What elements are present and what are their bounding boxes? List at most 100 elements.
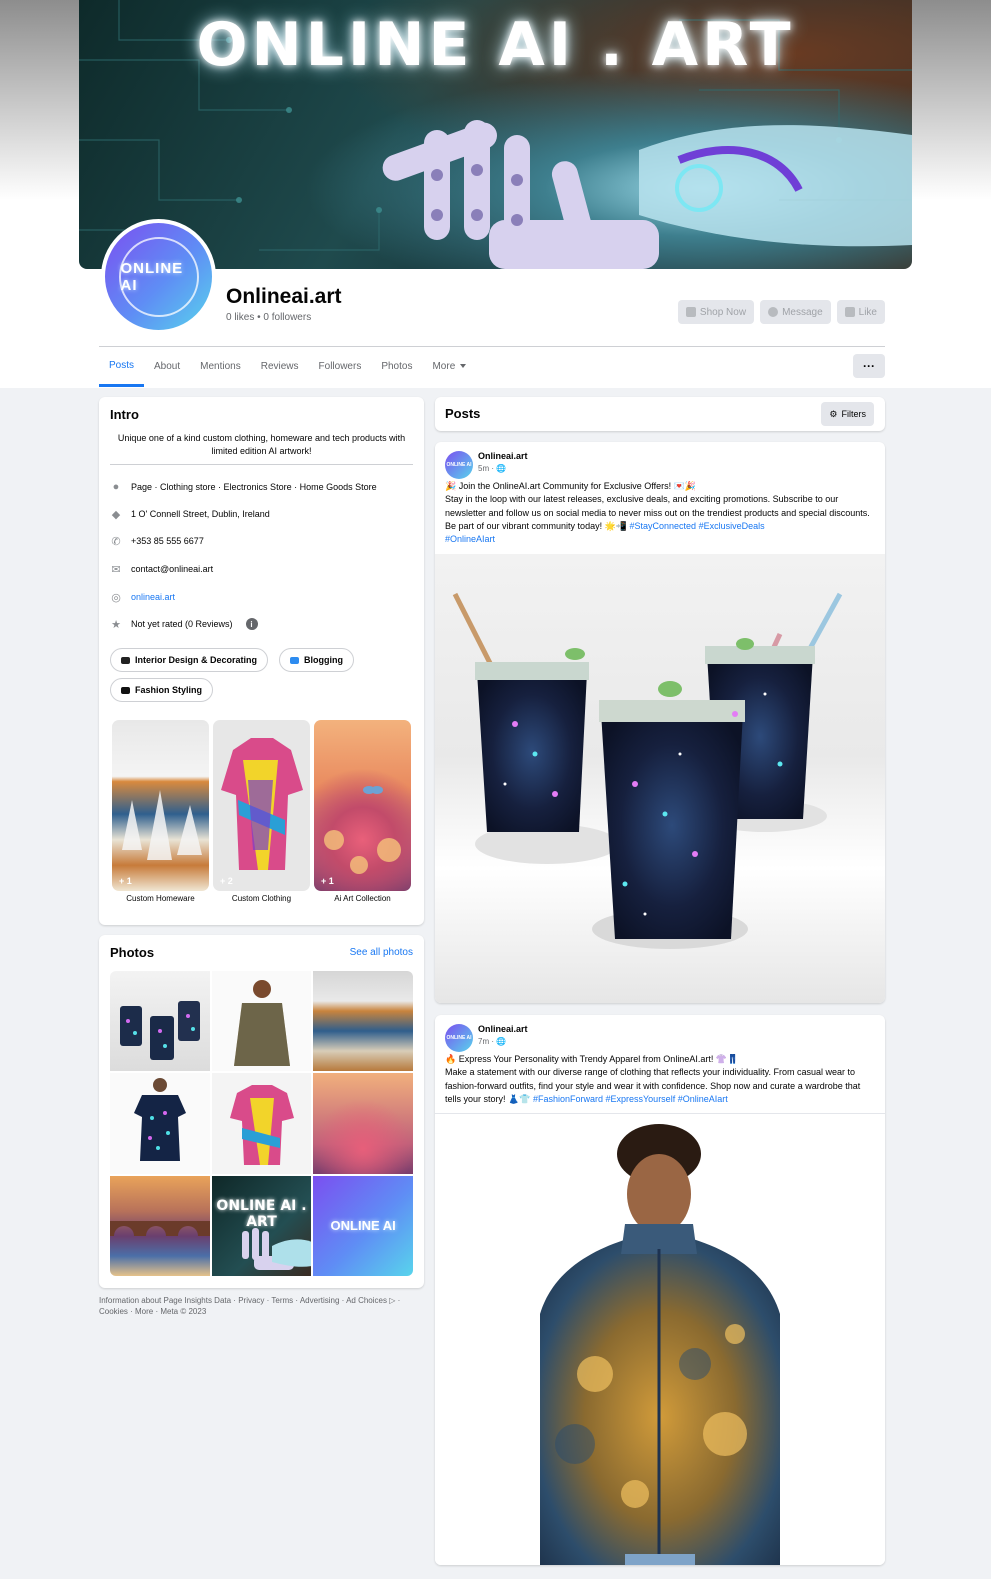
shop-icon xyxy=(685,307,696,317)
post-headline: 🎉 Join the OnlineAI.art Community for Ex… xyxy=(445,481,697,491)
email-text: contact@onlineai.art xyxy=(131,564,214,574)
bridge-thumb xyxy=(110,1220,210,1236)
address-text: 1 O' Connell Street, Dublin, Ireland xyxy=(131,509,270,519)
post-timestamp[interactable]: 5m · 🌐 xyxy=(478,464,506,473)
post-hashtags[interactable]: #FashionForward #ExpressYourself #Online… xyxy=(533,1094,728,1104)
photo-cover-art[interactable]: ONLINE AI . ART xyxy=(211,1175,312,1276)
post-2: ONLINE AI Onlineai.art 7m · 🌐 🔥 Express … xyxy=(435,1015,885,1565)
chip-label: Fashion Styling xyxy=(135,685,203,695)
post-timestamp[interactable]: 7m · 🌐 xyxy=(478,1037,506,1046)
featured-custom-clothing[interactable]: + 2 xyxy=(213,720,310,891)
shop-now-label: Shop Now xyxy=(699,306,747,318)
info-icon: ● xyxy=(112,481,120,493)
info-email[interactable]: ✉ contact@onlineai.art xyxy=(110,563,214,576)
cover-title-text: ONLINE AI . ART xyxy=(196,10,795,80)
featured-label: Custom Clothing xyxy=(231,894,292,903)
message-label: Message xyxy=(782,306,823,318)
featured-badge: + 2 xyxy=(220,876,233,886)
sofa-icon xyxy=(121,656,130,664)
notebook-icon xyxy=(290,656,299,664)
photo-printed-shirt[interactable] xyxy=(211,1073,312,1174)
avatar-ring: ONLINE AI xyxy=(118,236,199,317)
shirt-thumb xyxy=(229,1085,294,1166)
photo-homeware-art[interactable] xyxy=(313,971,413,1072)
info-website[interactable]: ◎ onlineai.art xyxy=(110,591,175,604)
page-stats[interactable]: 0 likes • 0 followers xyxy=(226,312,311,323)
email-icon: ✉ xyxy=(111,563,121,576)
phone-text: +353 85 555 6677 xyxy=(131,536,204,546)
messenger-icon xyxy=(768,307,779,317)
post-text: 🎉 Join the OnlineAI.art Community for Ex… xyxy=(445,480,875,546)
butterfly-artwork xyxy=(324,786,401,874)
photo-bridge-art[interactable] xyxy=(110,1175,210,1276)
tab-about[interactable]: About xyxy=(144,347,190,385)
footer-links[interactable]: Information about Page Insights Data · P… xyxy=(99,1295,424,1317)
message-button[interactable]: Message xyxy=(760,300,831,324)
phone-icon: ✆ xyxy=(111,535,121,548)
chip-label: Interior Design & Decorating xyxy=(135,655,258,665)
post-image-jacket[interactable] xyxy=(435,1113,885,1565)
featured-ai-art-collection[interactable]: + 1 xyxy=(314,720,411,891)
cover-photo[interactable]: ONLINE AI . ART xyxy=(79,0,912,269)
post-hashtags[interactable]: #StayConnected #ExclusiveDeals xyxy=(630,521,765,531)
post-author[interactable]: Onlineai.art xyxy=(478,1024,528,1034)
post-1: ONLINE AI Onlineai.art 5m · 🌐 🎉 Join the… xyxy=(435,442,885,1003)
profile-actions: Shop Now Message Like xyxy=(677,300,885,324)
shop-now-button[interactable]: Shop Now xyxy=(677,300,755,324)
photo-tshirt-dress[interactable] xyxy=(110,1073,210,1174)
location-icon: ◆ xyxy=(111,508,121,521)
shirt-artwork xyxy=(221,738,303,870)
post-headline: 🔥 Express Your Personality with Trendy A… xyxy=(445,1054,739,1064)
featured-badge: + 1 xyxy=(321,876,334,886)
photo-tumblers[interactable] xyxy=(110,971,210,1072)
tab-reviews[interactable]: Reviews xyxy=(251,347,309,385)
page-name[interactable]: Onlineai.art xyxy=(226,285,342,309)
info-circle-icon[interactable]: i xyxy=(245,618,258,630)
post-author-avatar[interactable]: ONLINE AI xyxy=(445,1024,473,1052)
interest-chip-interior-design[interactable]: Interior Design & Decorating xyxy=(110,648,269,672)
photo-puffer-jacket[interactable] xyxy=(211,971,312,1072)
jacket-photo xyxy=(540,1124,780,1565)
post-author-avatar[interactable]: ONLINE AI xyxy=(445,451,473,479)
tab-photos[interactable]: Photos xyxy=(371,347,422,385)
photo-butterfly-art[interactable] xyxy=(313,1073,413,1174)
tab-followers[interactable]: Followers xyxy=(309,347,372,385)
post-hashtag-trailing[interactable]: #OnlineAIart xyxy=(445,534,495,544)
profile-avatar[interactable]: ONLINE AI xyxy=(101,219,216,334)
logo-thumb-text: ONLINE AI xyxy=(330,1218,396,1234)
footer-line-1[interactable]: Information about Page Insights Data · P… xyxy=(99,1295,424,1306)
cover-thumb-text: ONLINE AI . ART xyxy=(216,1197,307,1230)
sunglasses-icon xyxy=(121,686,130,694)
globe-icon: ◎ xyxy=(111,591,121,604)
tab-posts[interactable]: Posts xyxy=(99,347,145,387)
intro-divider xyxy=(110,464,413,465)
tab-mentions[interactable]: Mentions xyxy=(190,347,251,385)
posts-header-card: Posts ⚙ Filters xyxy=(435,397,885,431)
see-all-photos-link[interactable]: See all photos xyxy=(350,947,413,958)
photo-logo[interactable]: ONLINE AI xyxy=(313,1175,413,1276)
info-address[interactable]: ◆ 1 O' Connell Street, Dublin, Ireland xyxy=(110,508,270,521)
more-options-button[interactable]: ··· xyxy=(853,354,885,378)
post-image-tumblers[interactable] xyxy=(435,554,885,1003)
rating-text: Not yet rated (0 Reviews) xyxy=(131,619,233,629)
interest-chip-blogging[interactable]: Blogging xyxy=(279,648,354,672)
featured-label: Custom Homeware xyxy=(126,894,195,903)
caret-down-icon xyxy=(460,364,467,368)
footer-line-2[interactable]: Cookies · More · Meta © 2023 xyxy=(99,1306,424,1317)
intro-bio: Unique one of a kind custom clothing, ho… xyxy=(117,433,406,456)
photos-card: Photos See all photos ONLINE AI . ART ON… xyxy=(99,935,424,1288)
featured-custom-homeware[interactable]: + 1 xyxy=(112,720,209,891)
filters-label: Filters xyxy=(841,409,867,419)
chip-label: Blogging xyxy=(304,655,343,665)
info-phone: ✆ +353 85 555 6677 xyxy=(110,535,204,548)
tab-more[interactable]: More xyxy=(422,347,476,385)
website-link[interactable]: onlineai.art xyxy=(131,592,175,602)
filters-button[interactable]: ⚙ Filters xyxy=(821,402,874,426)
post-author[interactable]: Onlineai.art xyxy=(478,451,528,461)
tumblers-photo xyxy=(452,592,843,949)
like-button[interactable]: Like xyxy=(836,300,885,324)
intro-title: Intro xyxy=(110,407,139,422)
thumbs-up-icon xyxy=(844,307,855,317)
interest-chip-fashion-styling[interactable]: Fashion Styling xyxy=(110,678,214,702)
intro-card: Intro Unique one of a kind custom clothi… xyxy=(99,397,424,925)
